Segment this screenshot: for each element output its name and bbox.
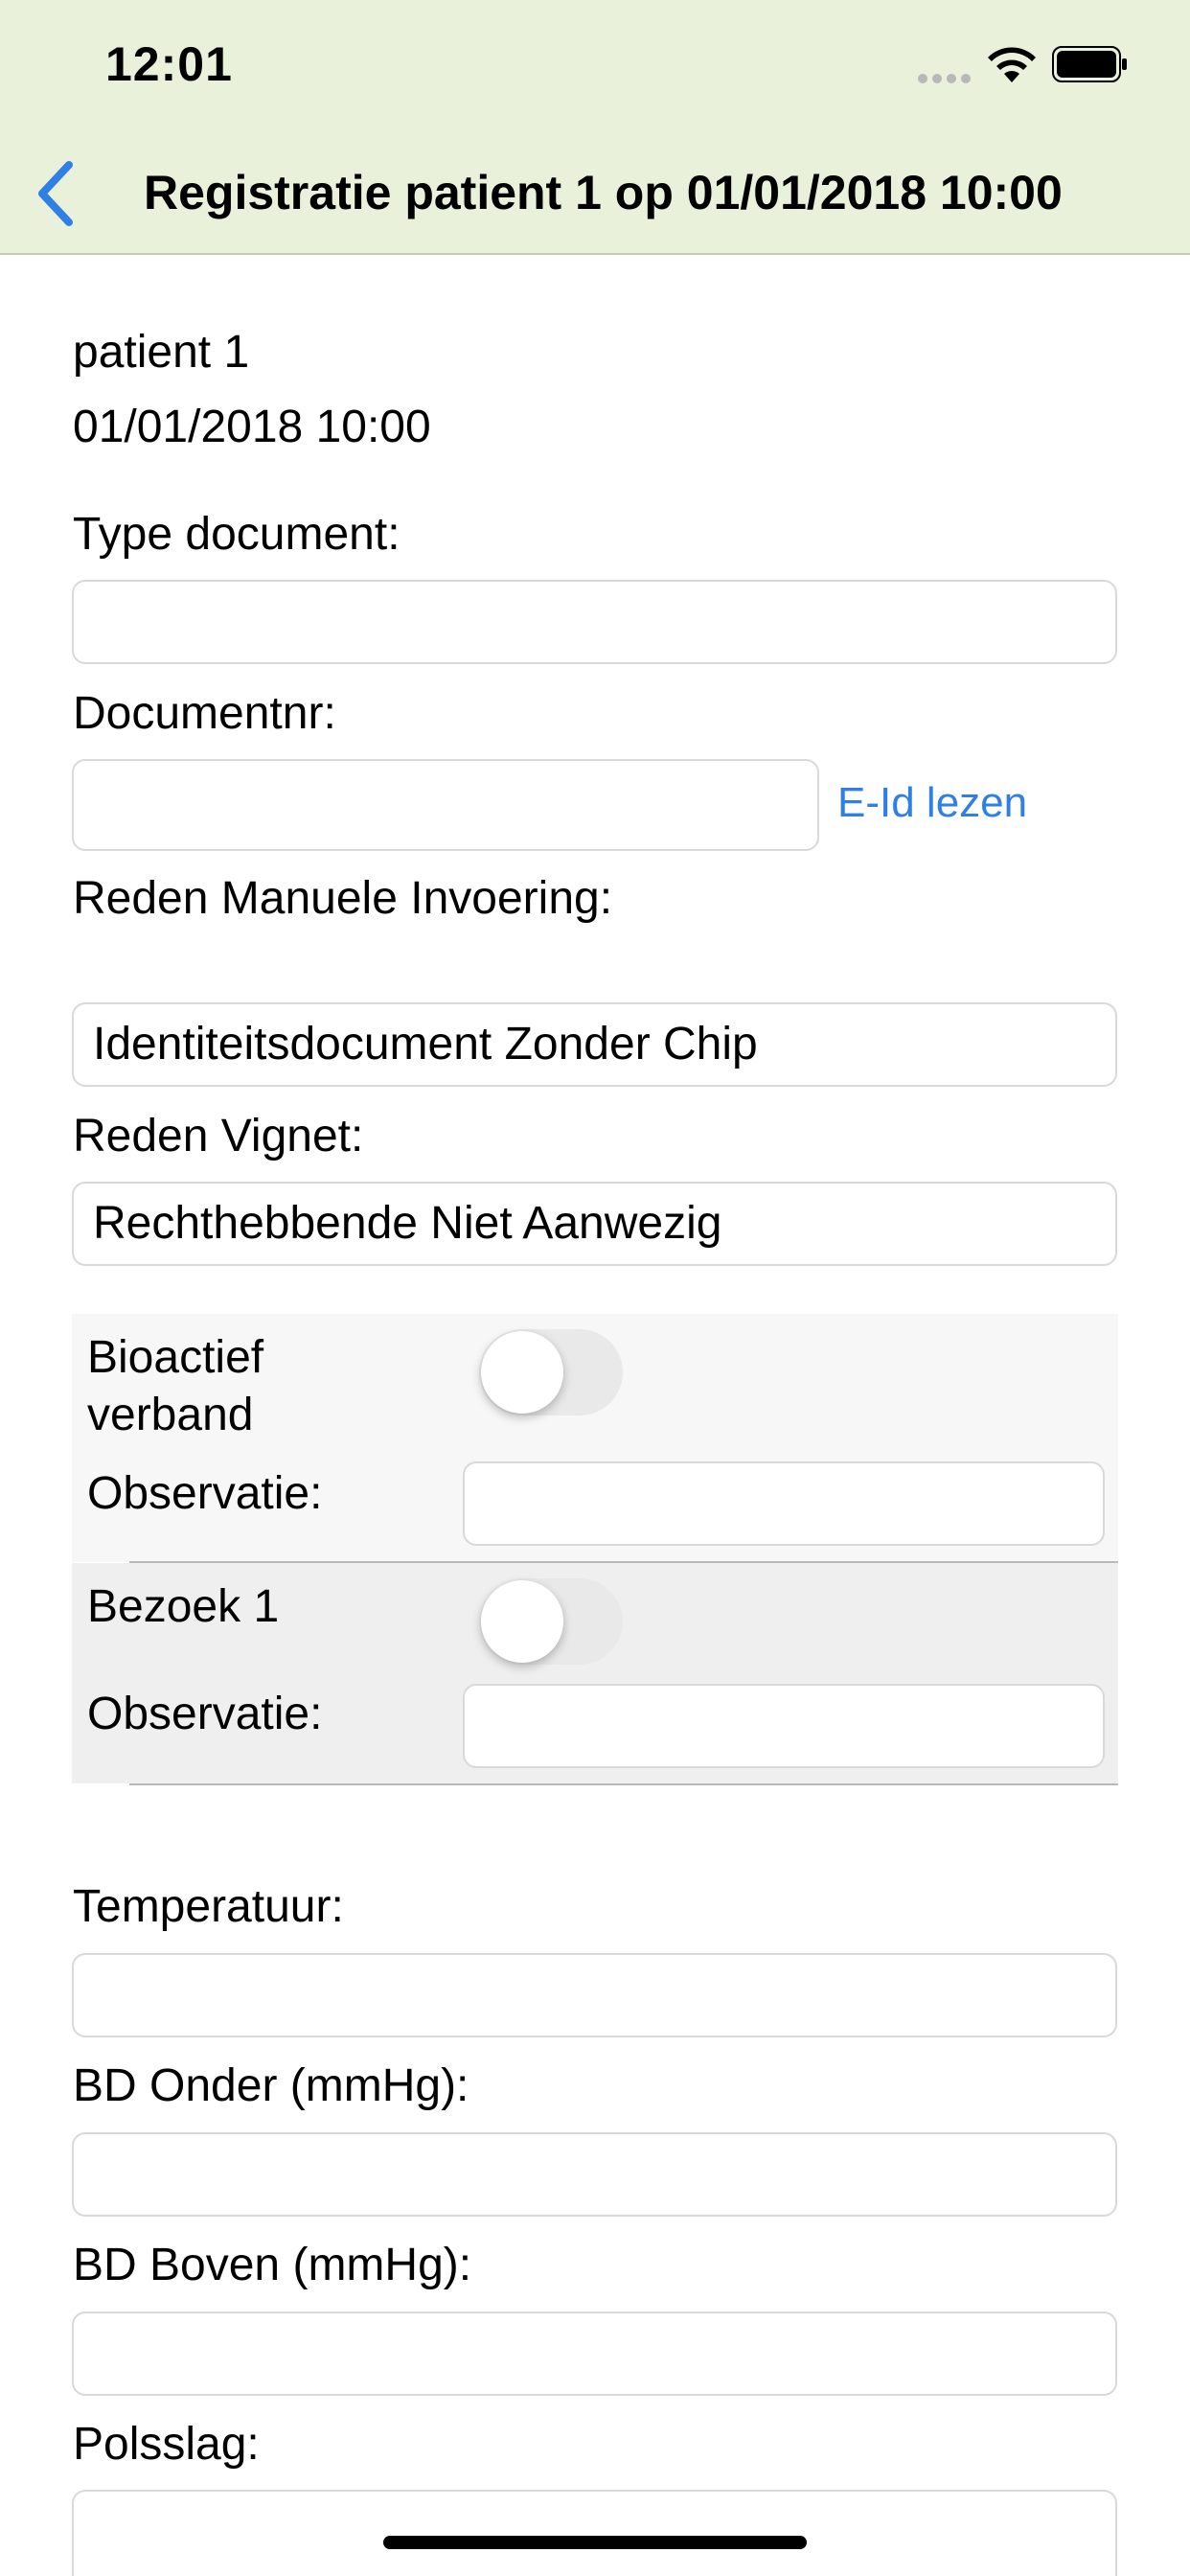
item-row-bioactief-verband: Bioactief verband Observatie:	[72, 1314, 1118, 1562]
temperatuur-field[interactable]	[72, 1953, 1117, 2037]
bioactief-verband-toggle[interactable]	[479, 1329, 623, 1415]
reden-manuele-label: Reden Manuele Invoering:	[73, 873, 613, 924]
bd-onder-field[interactable]	[72, 2132, 1117, 2217]
observatie-label-2: Observatie:	[87, 1689, 323, 1739]
page-title: Registratie patient 1 op 01/01/2018 10:0…	[144, 166, 1063, 219]
bd-onder-label: BD Onder (mmHg):	[73, 2060, 469, 2111]
type-document-label: Type document:	[73, 509, 400, 560]
item-label-verband: verband	[87, 1390, 254, 1440]
bd-boven-field[interactable]	[72, 2312, 1117, 2396]
read-eid-button[interactable]: E-Id lezen	[837, 779, 1027, 827]
observatie-label-1: Observatie:	[87, 1468, 323, 1519]
chevron-left-icon[interactable]	[29, 155, 86, 232]
temperatuur-label: Temperatuur:	[73, 1881, 344, 1932]
observatie-field-2[interactable]	[463, 1684, 1105, 1768]
signal-icon	[918, 71, 975, 88]
toggle-knob	[481, 1331, 563, 1414]
battery-icon	[1052, 46, 1127, 82]
toggle-knob	[481, 1580, 563, 1663]
wifi-icon	[988, 47, 1036, 82]
item-label-bezoek-1: Bezoek 1	[87, 1581, 280, 1632]
documentnr-label: Documentnr:	[73, 688, 336, 739]
type-document-field[interactable]	[72, 580, 1117, 664]
item-row-bezoek-1: Bezoek 1 Observatie:	[72, 1563, 1118, 1783]
reden-manuele-field[interactable]: Identiteitsdocument Zonder Chip	[72, 1002, 1117, 1087]
item-label-bioactief: Bioactief	[87, 1332, 264, 1383]
documentnr-field[interactable]	[72, 759, 819, 851]
home-indicator[interactable]	[383, 2536, 807, 2549]
navigation-bar: Registratie patient 1 op 01/01/2018 10:0…	[0, 126, 1190, 255]
appointment-datetime: 01/01/2018 10:00	[73, 402, 431, 452]
polsslag-label: Polsslag:	[73, 2419, 260, 2470]
bezoek-1-toggle[interactable]	[479, 1578, 623, 1665]
status-bar: 12:01	[0, 0, 1190, 126]
patient-name: patient 1	[73, 327, 250, 378]
status-time: 12:01	[105, 37, 233, 91]
observatie-field-1[interactable]	[463, 1461, 1105, 1546]
reden-vignet-label: Reden Vignet:	[73, 1111, 364, 1162]
reden-vignet-field[interactable]: Rechthebbende Niet Aanwezig	[72, 1182, 1117, 1266]
polsslag-field[interactable]	[72, 2490, 1117, 2576]
bd-boven-label: BD Boven (mmHg):	[73, 2240, 472, 2290]
divider	[129, 1783, 1118, 1785]
